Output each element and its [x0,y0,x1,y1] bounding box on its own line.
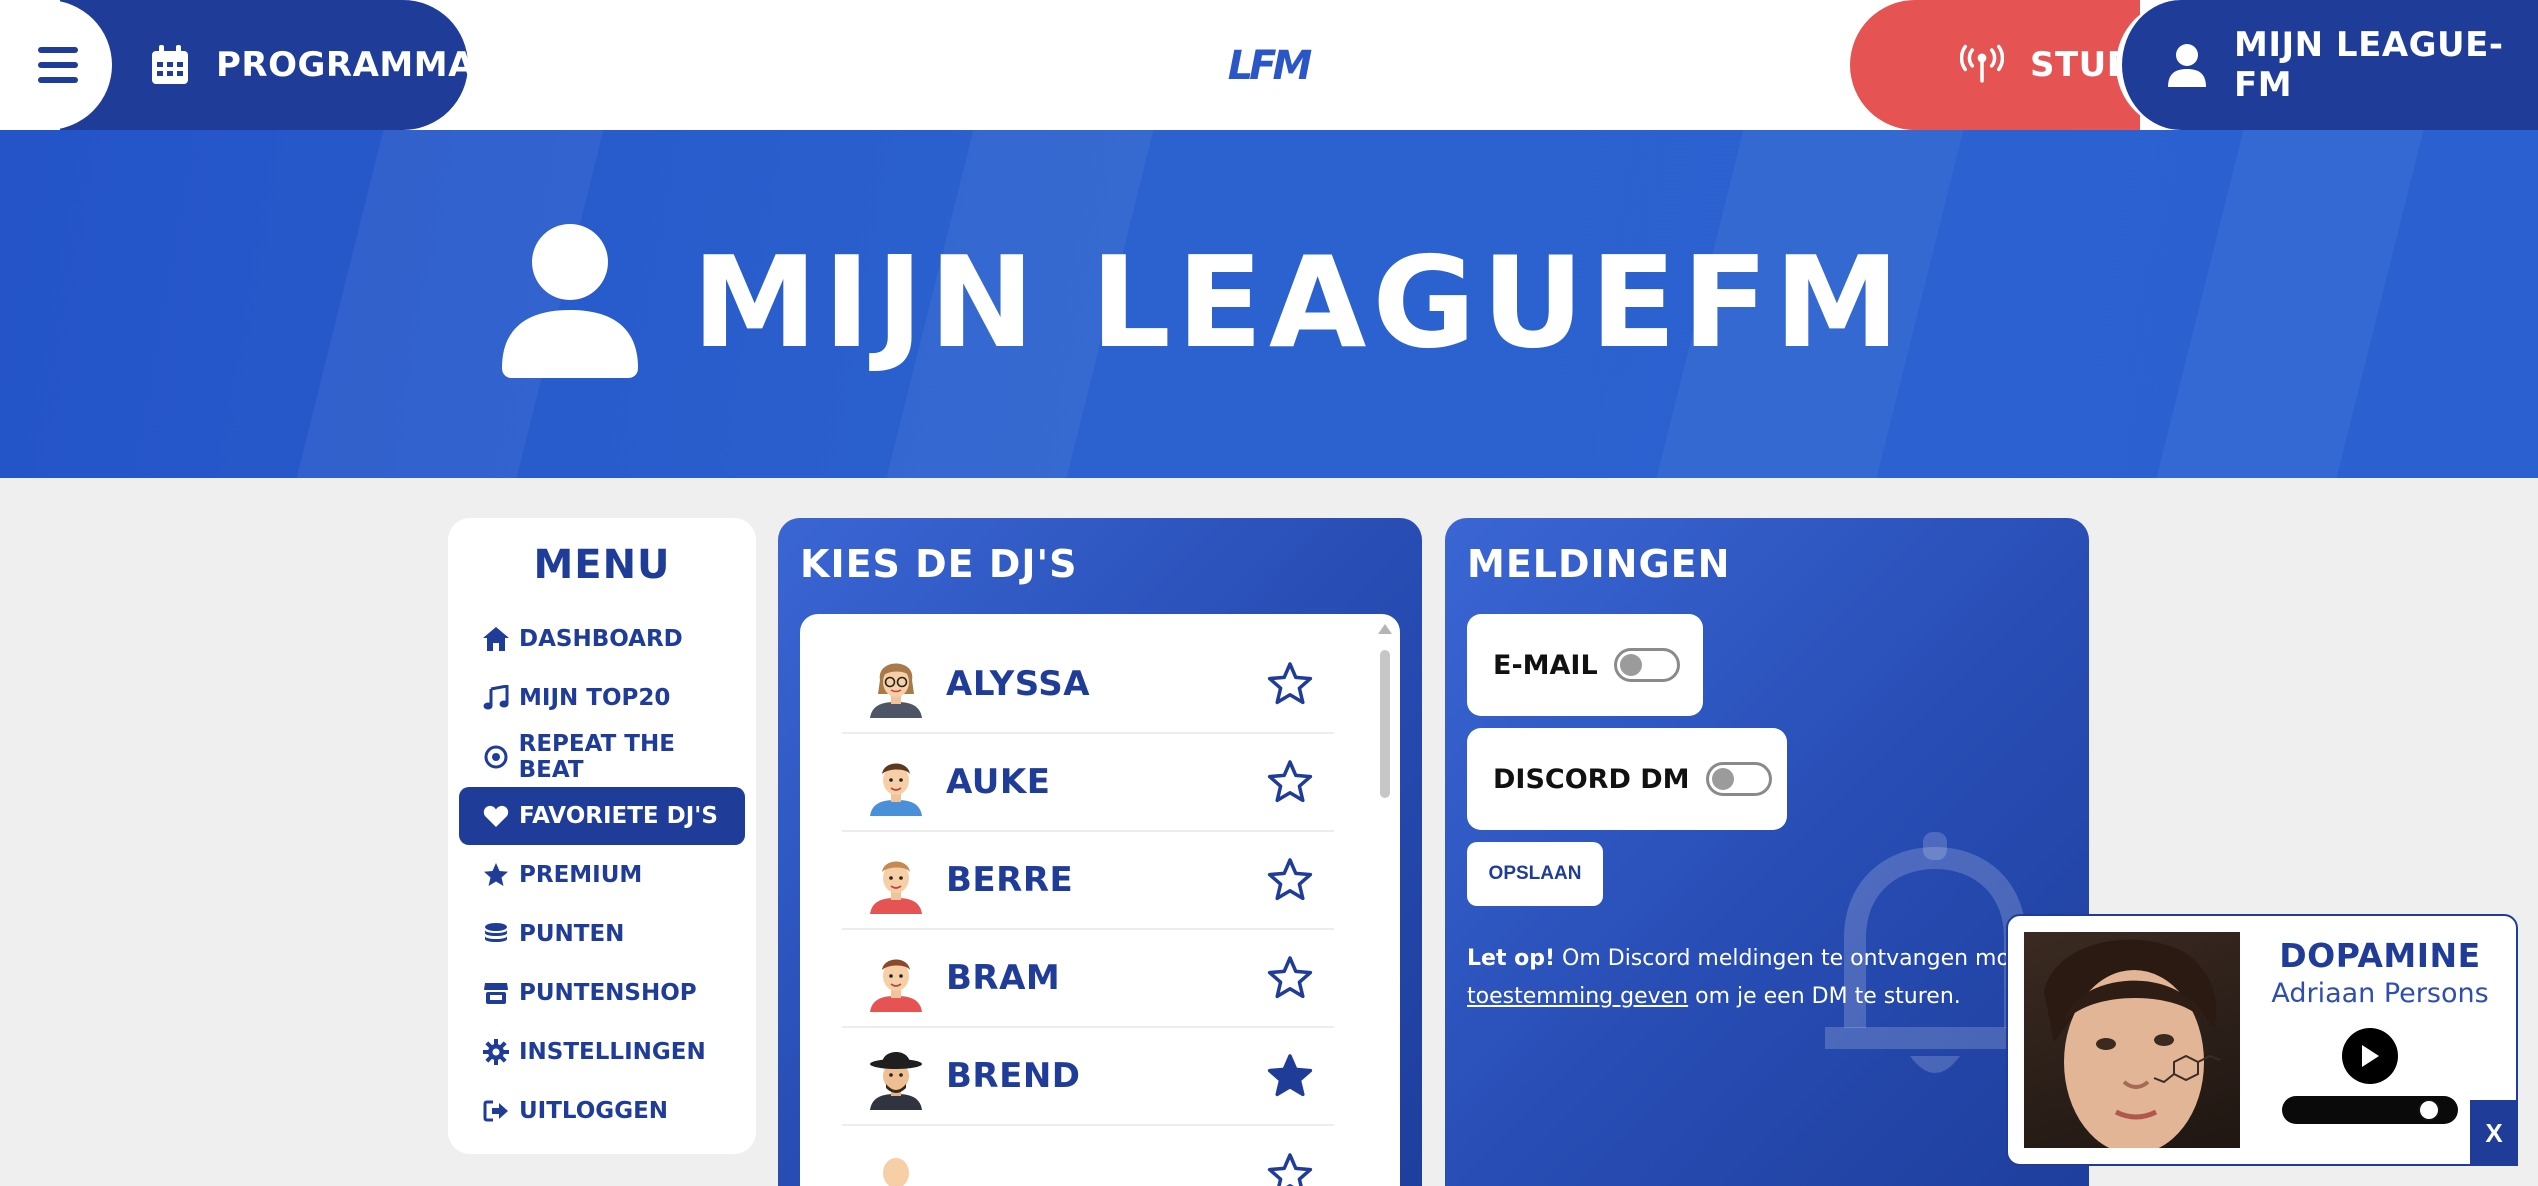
nav-programma-button[interactable]: PROGRAMMA [60,0,474,130]
top-navigation: PROGRAMMA LFM STUDIO MIJN LEAGUE-FM [0,0,2538,130]
dj-name: BREND [946,1056,1081,1096]
track-title: DOPAMINE [2279,936,2481,975]
progress-knob[interactable] [2418,1099,2440,1121]
discord-label: DISCORD DM [1493,763,1690,795]
side-menu: MENU DASHBOARD MIJN TOP20 REPEAT THE BEA… [448,518,756,1154]
notice-text-2: om je een DM te sturen. [1688,984,1961,1009]
menu-item-label: PREMIUM [519,862,643,888]
album-art [2024,932,2240,1148]
discord-toggle-box: DISCORD DM [1467,728,1787,830]
discord-notice: Let op! Om Discord meldingen te ontvange… [1467,940,2089,1016]
dj-avatar [870,861,922,914]
dj-list-scrollbar[interactable] [1378,624,1392,1186]
user-icon [500,222,640,382]
track-artist: Adriaan Persons [2271,978,2489,1009]
play-icon [2362,1045,2379,1067]
menu-item-label: PUNTEN [519,921,625,947]
menu-item-label: MIJN TOP20 [519,685,671,711]
list-item: BREND [842,1028,1334,1126]
menu-item-label: INSTELLINGEN [519,1039,706,1065]
email-toggle[interactable] [1613,648,1680,682]
menu-item-uitloggen[interactable]: UITLOGGEN [459,1082,745,1140]
menu-item-mijn-top20[interactable]: MIJN TOP20 [459,669,745,727]
broadcast-icon [1960,43,2004,87]
star-outline-icon[interactable] [1266,1151,1314,1186]
menu-item-favoriete-djs[interactable]: FAVORIETE DJ'S [459,787,745,845]
menu-item-repeat-the-beat[interactable]: REPEAT THE BEAT [459,728,745,786]
now-playing-widget: DOPAMINE Adriaan Persons [2006,914,2518,1166]
dj-avatar [870,1052,922,1110]
menu-item-punten[interactable]: PUNTEN [459,905,745,963]
logout-icon [481,1096,511,1126]
page-title: MIJN LEAGUEFM [692,228,1906,376]
email-toggle-box: E-MAIL [1467,614,1703,716]
dj-avatar [870,663,922,718]
dj-name: AUKE [946,762,1051,802]
scroll-up-arrow-icon[interactable] [1378,624,1392,634]
playback-progress-bar[interactable] [2282,1096,2458,1124]
dj-name: ALYSSA [946,664,1091,704]
list-item: ALYSSA [842,636,1334,734]
menu-item-label: REPEAT THE BEAT [518,731,675,783]
calendar-icon [150,43,190,87]
home-icon [481,624,511,654]
star-outline-icon[interactable] [1266,856,1314,904]
nav-account-label: MIJN LEAGUE-FM [2234,25,2504,105]
leaguefm-logo[interactable]: LFM [1228,36,1313,96]
notifications-title: MELDINGEN [1467,542,1731,586]
star-outline-icon[interactable] [1266,954,1314,1002]
list-item [842,1126,1334,1186]
permission-link[interactable]: toestemming geven [1467,984,1688,1009]
nav-studio-button[interactable]: STUDIO [1850,0,2178,130]
dj-name: BERRE [946,860,1074,900]
list-item: BRAM [842,930,1334,1028]
music-note-icon [481,683,511,713]
star-icon [481,860,511,890]
dj-name: BRAM [946,958,1061,998]
notifications-card: MELDINGEN E-MAIL DISCORD DM OPSLAAN Let … [1445,518,2089,1186]
shop-icon [481,978,511,1008]
list-item: AUKE [842,734,1334,832]
close-player-button[interactable]: X [2470,1100,2518,1166]
scroll-thumb[interactable] [1380,650,1390,798]
menu-item-premium[interactable]: PREMIUM [459,846,745,904]
menu-item-label: DASHBOARD [519,626,683,652]
dj-selection-card: KIES DE DJ'S ALYSSA AUKE BERRE BRAM BREN… [778,518,1422,1186]
menu-item-dashboard[interactable]: DASHBOARD [459,610,745,668]
dj-avatar [870,959,922,1012]
menu-item-instellingen[interactable]: INSTELLINGEN [459,1023,745,1081]
star-outline-icon[interactable] [1266,758,1314,806]
gear-icon [481,1037,511,1067]
user-icon [2166,43,2208,87]
hero-banner: MIJN LEAGUEFM [0,130,2538,478]
nav-account-button[interactable]: MIJN LEAGUE-FM [2116,0,2538,130]
hamburger-icon [32,47,78,83]
star-outline-icon[interactable] [1266,660,1314,708]
menu-item-label: FAVORIETE DJ'S [519,803,718,829]
menu-item-puntenshop[interactable]: PUNTENSHOP [459,964,745,1022]
menu-item-label: PUNTENSHOP [519,980,697,1006]
dj-list[interactable]: ALYSSA AUKE BERRE BRAM BREND [800,614,1400,1186]
list-item: BERRE [842,832,1334,930]
star-filled-icon[interactable] [1266,1052,1314,1100]
heart-icon [481,801,511,831]
play-button[interactable] [2342,1028,2398,1084]
dj-avatar [870,763,922,816]
email-label: E-MAIL [1493,649,1598,681]
discord-toggle[interactable] [1705,762,1772,796]
dj-card-title: KIES DE DJ'S [800,542,1078,586]
record-icon [481,742,511,772]
notice-bold: Let op! [1467,946,1556,971]
dj-avatar [883,1158,909,1186]
coins-icon [481,919,511,949]
nav-programma-label: PROGRAMMA [216,45,475,85]
save-button[interactable]: OPSLAAN [1467,842,1603,906]
menu-title: MENU [533,542,671,588]
menu-item-label: UITLOGGEN [519,1098,669,1124]
